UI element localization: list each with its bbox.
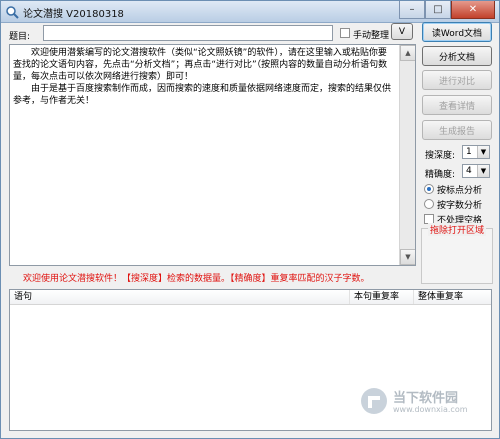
precision-select[interactable]: 4 ▼ [462,164,490,178]
content-text: 欢迎使用潜紫编写的论文潜搜软件（类似“论文照妖镜”的软件），请在这里输入或粘贴你… [10,45,415,109]
close-button[interactable]: ✕ [451,1,495,19]
close-icon: ✕ [468,4,478,15]
app-window: 论文潜搜 V20180318 – □ ✕ 题目: 手动整理 V 欢迎使用潜紫编写… [0,0,500,439]
content-scrollbar[interactable]: ▲ ▼ [399,45,415,265]
manual-checkbox[interactable] [340,28,350,38]
precision-label: 精确度: [425,170,456,180]
results-table[interactable]: 语句 本句重复率 整体重复率 当下软件园 www.downxia.com [9,289,492,431]
drop-area-label: 拖除打开区域 [428,223,487,236]
read-word-button[interactable]: 读Word文档 [422,22,492,42]
content-paragraph-1: 欢迎使用潜紫编写的论文潜搜软件（类似“论文照妖镜”的软件），请在这里输入或粘贴你… [13,48,388,82]
status-message: 欢迎使用论文潜搜软件！【搜深度】检索的数据量。【精确度】重复率匹配的汉子字数。 [23,274,370,284]
precision-value: 4 [466,166,472,176]
column-header-overall-rate[interactable]: 整体重复率 [414,290,491,304]
scroll-down-icon: ▼ [405,253,411,261]
column-header-sentence[interactable]: 语句 [10,290,350,304]
report-button[interactable]: 生成报告 [422,120,492,140]
minimize-icon: – [409,4,415,15]
watermark: 当下软件园 www.downxia.com [359,384,481,418]
maximize-icon: □ [433,4,443,15]
depth-label: 搜深度: [425,151,456,161]
scroll-up-icon: ▲ [405,49,411,57]
topic-label: 题目: [9,32,31,42]
chevron-down-icon: ▼ [477,165,489,177]
radio-by-wordcount-label: 按字数分析 [437,201,483,211]
watermark-text: 当下软件园 [393,391,459,406]
radio-by-wordcount[interactable] [424,199,434,209]
app-magnifier-icon [6,6,19,19]
watermark-logo-icon [361,388,387,414]
drop-area[interactable]: 拖除打开区域 [421,223,493,284]
depth-select[interactable]: 1 ▼ [462,145,490,159]
manual-checkbox-label: 手动整理 [353,31,390,41]
depth-value: 1 [466,147,472,157]
details-button[interactable]: 查看详情 [422,95,492,115]
window-controls: – □ ✕ [399,1,495,21]
window-title: 论文潜搜 V20180318 [23,9,124,20]
watermark-url: www.downxia.com [393,405,468,414]
topic-input[interactable] [43,25,333,41]
maximize-button[interactable]: □ [425,1,451,19]
content-textarea[interactable]: 欢迎使用潜紫编写的论文潜搜软件（类似“论文照妖镜”的软件），请在这里输入或粘贴你… [9,44,416,266]
chevron-down-icon: ▼ [477,146,489,158]
scroll-up-button[interactable]: ▲ [400,45,415,61]
scroll-down-button[interactable]: ▼ [400,249,415,265]
minimize-button[interactable]: – [399,1,425,19]
analyze-button[interactable]: 分析文档 [422,46,492,66]
v-button[interactable]: V [391,23,413,40]
radio-by-punctuation[interactable] [424,184,434,194]
column-header-sentence-rate[interactable]: 本句重复率 [350,290,414,304]
content-paragraph-2: 由于是基于百度搜索制作而成，因而搜索的速度和质量依据网络速度而定，搜索的结果仅供… [13,84,392,106]
table-header: 语句 本句重复率 整体重复率 [10,290,491,305]
radio-by-punctuation-label: 按标点分析 [437,186,483,196]
compare-button[interactable]: 进行对比 [422,70,492,90]
title-bar[interactable]: 论文潜搜 V20180318 – □ ✕ [1,1,499,23]
